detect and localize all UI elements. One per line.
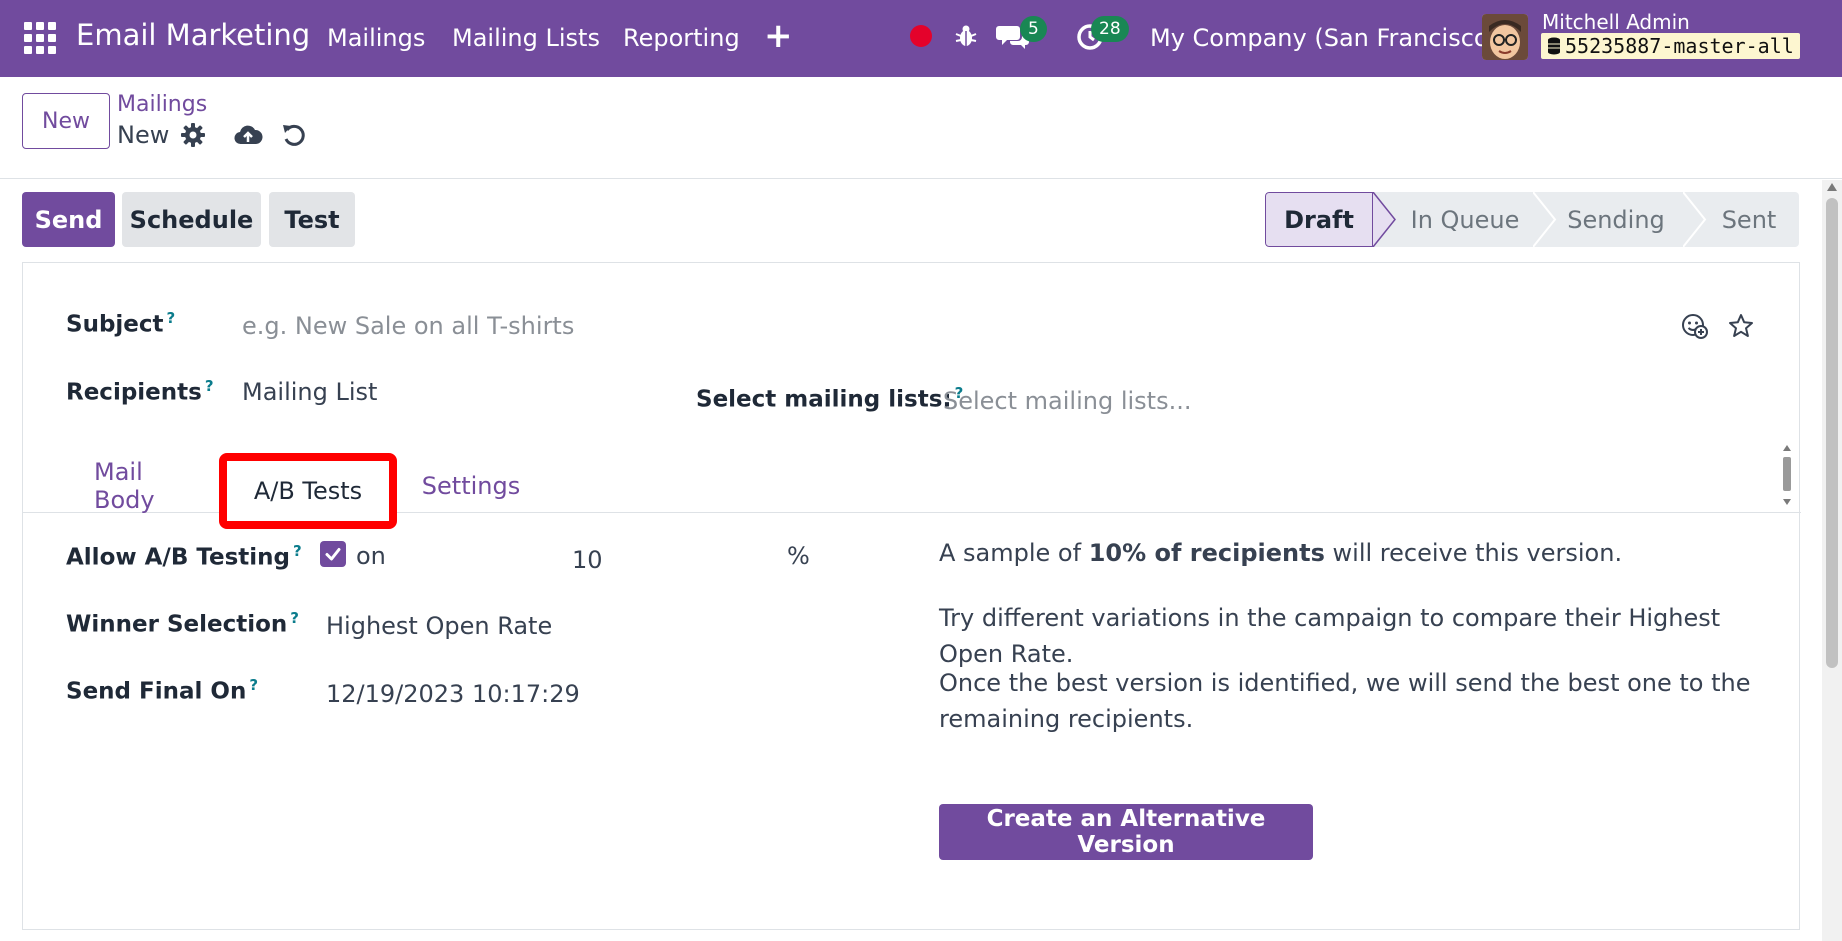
allow-ab-testing-help-icon[interactable]: ? xyxy=(293,542,302,560)
test-button[interactable]: Test xyxy=(269,192,355,247)
activities-badge: 28 xyxy=(1091,16,1129,42)
breadcrumb-current: New xyxy=(117,121,170,149)
ab-percentage-input[interactable]: 10 xyxy=(572,546,603,574)
status-bar: Draft In Queue Sending Sent xyxy=(1265,192,1799,247)
menu-mailing-lists[interactable]: Mailing Lists xyxy=(452,24,600,52)
recipients-label: Recipients? xyxy=(66,377,214,406)
stage-draft-label: Draft xyxy=(1284,205,1354,234)
stage-sending[interactable]: Sending xyxy=(1533,192,1683,247)
company-switcher[interactable]: My Company (San Francisco) xyxy=(1150,24,1498,52)
stage-sent[interactable]: Sent xyxy=(1683,192,1799,247)
ab-description-variations: Try different variations in the campaign… xyxy=(939,604,1721,668)
bug-icon[interactable] xyxy=(953,23,979,49)
mailing-lists-label: Select mailing lists:? xyxy=(696,384,964,413)
cloud-save-icon[interactable] xyxy=(233,122,263,150)
page-scrollbar[interactable] xyxy=(1822,180,1842,941)
send-final-on-label: Send Final On? xyxy=(66,676,259,705)
percent-sign: % xyxy=(787,542,810,570)
subject-input[interactable] xyxy=(242,308,1682,344)
subject-label: Subject? xyxy=(66,309,176,338)
notebook-tabs: Mail Body A/B Tests Settings xyxy=(23,447,1801,529)
allow-ab-testing-checkbox[interactable] xyxy=(320,541,346,567)
database-icon xyxy=(1548,37,1560,55)
stage-sent-label: Sent xyxy=(1721,205,1777,234)
menu-reporting[interactable]: Reporting xyxy=(623,24,740,52)
user-name[interactable]: Mitchell Admin xyxy=(1542,10,1690,34)
star-favorite-icon[interactable] xyxy=(1727,312,1755,340)
discard-undo-icon[interactable] xyxy=(281,122,309,150)
recipients-help-icon[interactable]: ? xyxy=(205,377,214,395)
checkmark-icon xyxy=(325,548,341,561)
database-tag: 55235887-master-all xyxy=(1541,33,1800,59)
plus-icon[interactable]: + xyxy=(764,16,793,56)
stage-in-queue[interactable]: In Queue xyxy=(1373,192,1533,247)
stage-in-queue-label: In Queue xyxy=(1410,205,1520,234)
send-button[interactable]: Send xyxy=(22,192,115,247)
form-sheet: Subject? Recipients? Mailing List Select… xyxy=(22,262,1801,930)
messages-badge: 5 xyxy=(1020,16,1047,42)
create-alternative-version-button[interactable]: Create an Alternative Version xyxy=(939,804,1313,860)
top-navbar: Email Marketing Mailings Mailing Lists R… xyxy=(0,0,1842,77)
new-button[interactable]: New xyxy=(22,93,110,149)
send-final-on-datetime[interactable]: 12/19/2023 10:17:29 xyxy=(326,680,580,708)
stage-draft[interactable]: Draft xyxy=(1265,192,1373,247)
ab-sample-text: A sample of 10% of recipients will recei… xyxy=(939,539,1623,567)
page-scrollbar-thumb[interactable] xyxy=(1826,198,1838,668)
subject-help-icon[interactable]: ? xyxy=(167,309,176,327)
ab-on-label: on xyxy=(356,542,386,570)
tab-settings[interactable]: Settings xyxy=(418,459,524,513)
recording-dot-icon[interactable] xyxy=(910,25,932,47)
tabs-scrollbar[interactable] xyxy=(1780,443,1794,507)
apps-menu-icon[interactable] xyxy=(24,22,56,54)
app-brand[interactable]: Email Marketing xyxy=(76,18,310,52)
winner-selection-help-icon[interactable]: ? xyxy=(290,609,299,627)
database-name: 55235887-master-all xyxy=(1565,34,1794,58)
stage-sending-label: Sending xyxy=(1567,205,1665,234)
ab-description-best-version: Once the best version is identified, we … xyxy=(939,669,1751,733)
control-panel: New Mailings New xyxy=(0,77,1842,179)
allow-ab-testing-label: Allow A/B Testing? xyxy=(66,542,302,571)
send-final-on-help-icon[interactable]: ? xyxy=(249,676,258,694)
schedule-button[interactable]: Schedule xyxy=(122,192,261,247)
user-avatar[interactable] xyxy=(1482,14,1528,60)
gear-icon[interactable] xyxy=(180,122,208,150)
tab-mail-body[interactable]: Mail Body xyxy=(94,458,204,514)
tab-ab-tests[interactable]: A/B Tests xyxy=(219,453,397,529)
emoji-add-icon[interactable] xyxy=(1681,312,1709,340)
winner-selection-select[interactable]: Highest Open Rate xyxy=(326,612,552,640)
mailing-lists-input[interactable] xyxy=(943,383,1743,419)
breadcrumb-mailings[interactable]: Mailings xyxy=(117,92,207,117)
recipients-select[interactable]: Mailing List xyxy=(242,378,377,406)
winner-selection-label: Winner Selection? xyxy=(66,609,299,638)
menu-mailings[interactable]: Mailings xyxy=(327,24,425,52)
